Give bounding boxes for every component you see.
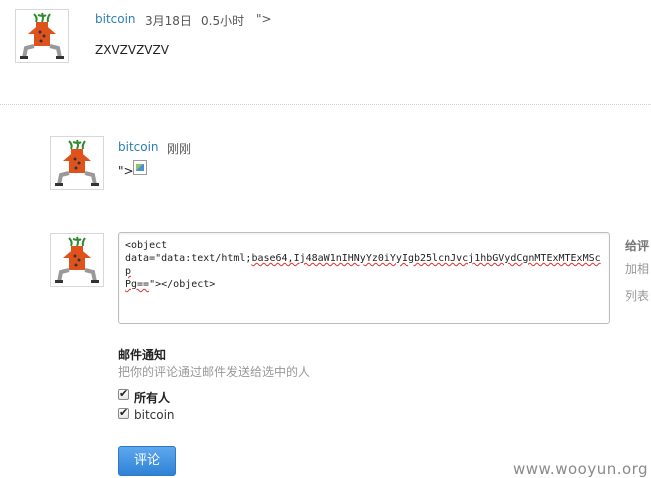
avatar (50, 233, 104, 287)
comment-tail-text: "> (256, 12, 272, 26)
divider (0, 104, 651, 105)
side-tip: 给评 (625, 239, 650, 253)
comment-textarea[interactable]: <object data="data:text/html;base64,Ij48… (118, 232, 610, 324)
comment-duration: 0.5小时 (201, 14, 245, 28)
comment-author-link[interactable]: bitcoin (95, 12, 136, 26)
notify-everyone-checkbox[interactable] (118, 387, 129, 400)
avatar (50, 136, 104, 190)
side-tip: 列表 (625, 289, 650, 303)
comment-author-link[interactable]: bitcoin (118, 140, 159, 154)
textarea-text-suffix: "></object> (149, 279, 216, 290)
comment-body-prefix: "> (118, 164, 134, 178)
notify-bitcoin-checkbox[interactable] (118, 406, 129, 419)
comment-date: 3月18日 (145, 14, 192, 28)
avatar (15, 9, 69, 63)
comment-body: ZXVZVZVZV (95, 43, 169, 57)
notify-description: 把你的评论通过邮件发送给选中的人 (118, 365, 311, 379)
notify-title: 邮件通知 (118, 348, 167, 362)
side-tip: 加相 (625, 262, 650, 276)
submit-comment-button[interactable]: 评论 (118, 446, 176, 476)
comment-time: 刚刚 (167, 142, 192, 156)
notify-everyone-label: 所有人 (134, 391, 171, 405)
avatar-figure-icon (55, 139, 99, 186)
textarea-text-prefix: <object data="data:text/html; (125, 240, 252, 264)
avatar-figure-icon (20, 12, 64, 59)
broken-image-icon (133, 160, 147, 175)
watermark: www.wooyun.org (513, 460, 649, 478)
avatar-figure-icon (55, 236, 99, 283)
notify-bitcoin-label: bitcoin (134, 408, 175, 422)
